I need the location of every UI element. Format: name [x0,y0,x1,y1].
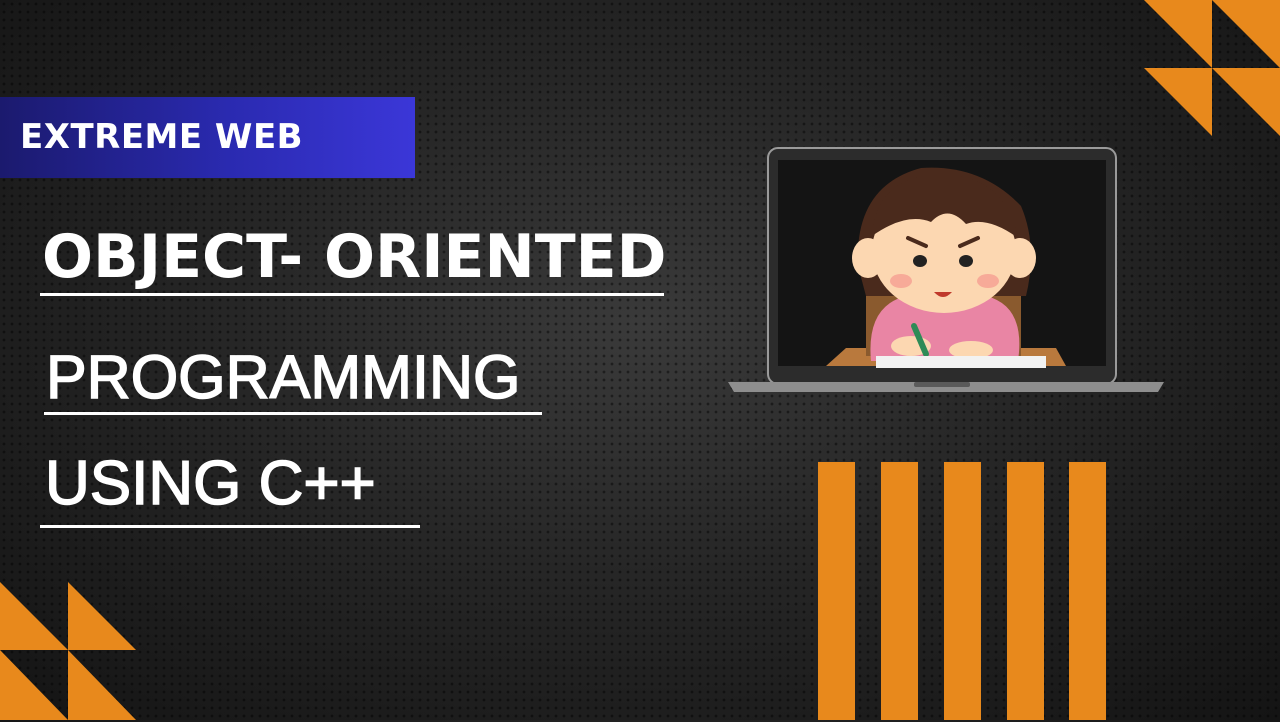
decorative-bar [1007,462,1044,720]
decorative-bars [818,462,1108,720]
title-line-2: PROGRAMMING [45,342,521,412]
corner-triangles-bottom-left [0,582,136,720]
decorative-bar [881,462,918,720]
title-line-3: USING C++ [44,448,376,519]
decorative-bar [818,462,855,720]
brand-banner: EXTREME WEB [0,97,415,178]
decorative-bar [1069,462,1106,720]
title-underline-3 [40,525,420,528]
laptop-with-studying-girl-icon [728,147,1164,392]
brand-label: EXTREME WEB [20,117,304,157]
decorative-bar [944,462,981,720]
title-line-1: OBJECT- ORIENTED [42,222,667,292]
corner-triangles-top-right [1144,0,1280,136]
title-underline-2 [44,412,542,415]
title-underline-1 [40,293,664,296]
